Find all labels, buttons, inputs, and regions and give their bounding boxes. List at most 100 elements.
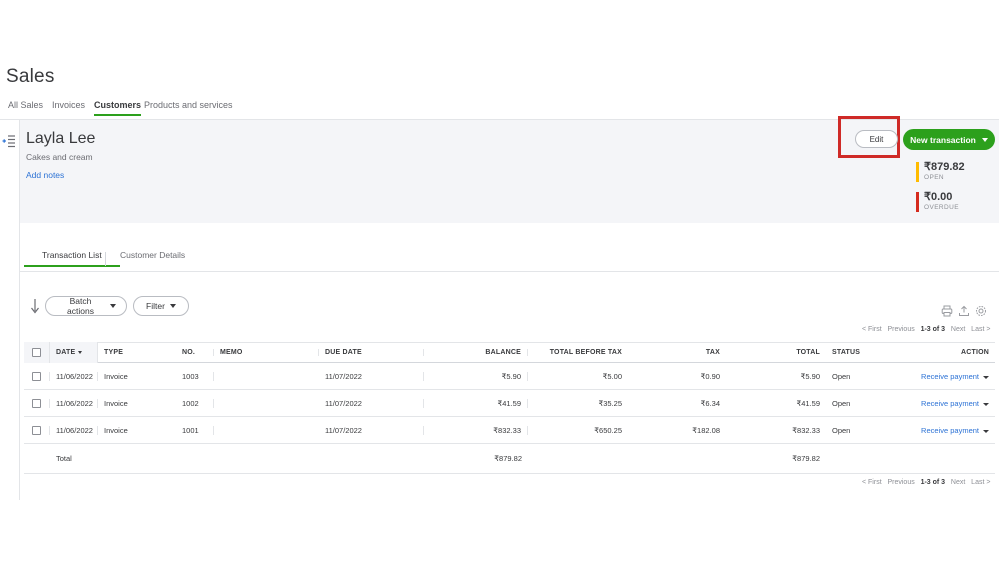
cell-action: Receive payment — [912, 399, 995, 408]
cell-action: Receive payment — [912, 426, 995, 435]
customer-subtitle: Cakes and cream — [26, 152, 93, 162]
cell-total: ₹5.90 — [800, 371, 820, 381]
table-body: 11/06/2022 Invoice 1003 11/07/2022 ₹5.90… — [24, 363, 995, 444]
receive-payment-link[interactable]: Receive payment — [921, 372, 979, 381]
pagination-first[interactable]: < First — [862, 479, 882, 486]
edit-button[interactable]: Edit — [855, 130, 898, 148]
column-header-tax[interactable]: TAX — [628, 349, 726, 356]
filter-label: Filter — [146, 301, 165, 311]
new-transaction-button[interactable]: New transaction — [903, 129, 995, 150]
new-transaction-label: New transaction — [910, 134, 976, 145]
cell-no: 1002 — [176, 398, 214, 408]
cell-type: Invoice — [104, 425, 128, 435]
total-label: Total — [56, 454, 72, 463]
column-label-date: DATE — [56, 349, 76, 356]
pagination-bottom: < First Previous 1-3 of 3 Next Last > — [862, 479, 990, 491]
cursor-arrow-icon — [28, 298, 42, 316]
column-header-memo[interactable]: MEMO — [214, 349, 319, 356]
chevron-down-icon — [169, 304, 176, 308]
select-all-checkbox[interactable] — [32, 348, 41, 357]
cell-total-before-tax: ₹5.00 — [602, 371, 622, 381]
tab-customer-details[interactable]: Customer Details — [120, 250, 185, 267]
cell-balance: ₹41.59 — [424, 398, 528, 408]
add-notes-link[interactable]: Add notes — [26, 170, 64, 180]
select-all-cell — [24, 342, 50, 363]
tab-transaction-list[interactable]: Transaction List — [24, 250, 120, 267]
receive-payment-link[interactable]: Receive payment — [921, 426, 979, 435]
cell-balance: ₹5.90 — [424, 371, 528, 381]
cell-no: 1003 — [176, 371, 214, 381]
pagination-last[interactable]: Last > — [971, 326, 990, 333]
section-tab-divider — [105, 252, 106, 266]
cell-action: Receive payment — [912, 372, 995, 381]
sales-customer-page: Sales All Sales Invoices Customers Produ… — [0, 0, 999, 562]
overdue-amount: ₹0.00 — [924, 191, 953, 203]
tab-customers[interactable]: Customers — [94, 100, 142, 116]
tab-all-sales[interactable]: All Sales — [8, 100, 43, 116]
overdue-color-bar — [916, 192, 919, 212]
cell-due-date: 11/07/2022 — [319, 371, 424, 381]
section-tabs-underline — [20, 271, 999, 272]
table-row[interactable]: 11/06/2022 Invoice 1003 11/07/2022 ₹5.90… — [24, 363, 995, 390]
column-header-total-before-tax[interactable]: TOTAL BEFORE TAX — [528, 349, 628, 356]
column-header-due-date[interactable]: DUE DATE — [319, 349, 424, 356]
tab-products-and-services[interactable]: Products and services — [144, 100, 233, 116]
open-amount: ₹879.82 — [924, 161, 965, 173]
column-header-type[interactable]: TYPE — [98, 349, 176, 356]
settings-gear-icon[interactable] — [975, 304, 987, 316]
table-row[interactable]: 11/06/2022 Invoice 1002 11/07/2022 ₹41.5… — [24, 390, 995, 417]
chevron-down-icon — [110, 304, 116, 308]
column-header-total[interactable]: TOTAL — [726, 349, 826, 356]
batch-actions-button[interactable]: Batch actions — [45, 296, 127, 316]
pagination-previous[interactable]: Previous — [887, 479, 914, 486]
column-header-date[interactable]: DATE — [50, 342, 98, 363]
cell-total: ₹832.33 — [792, 425, 820, 435]
cell-total-before-tax: ₹35.25 — [598, 398, 622, 408]
pagination-last[interactable]: Last > — [971, 479, 990, 486]
receive-payment-link[interactable]: Receive payment — [921, 399, 979, 408]
row-checkbox[interactable] — [32, 398, 41, 408]
row-checkbox[interactable] — [32, 425, 41, 435]
total-total: ₹879.82 — [792, 454, 820, 463]
page-title: Sales — [6, 66, 55, 87]
pagination-next[interactable]: Next — [951, 326, 965, 333]
cell-date: 11/06/2022 — [50, 398, 98, 408]
cell-date: 11/06/2022 — [50, 371, 98, 381]
cell-tax: ₹182.08 — [692, 425, 720, 435]
overdue-label: OVERDUE — [924, 204, 959, 211]
chevron-down-icon[interactable] — [983, 402, 989, 406]
chevron-down-icon — [981, 137, 988, 142]
column-header-no[interactable]: NO. — [176, 349, 214, 356]
pagination-range: 1-3 of 3 — [920, 479, 946, 486]
cell-tax: ₹6.34 — [700, 398, 720, 408]
print-icon[interactable] — [941, 304, 953, 317]
cell-date: 11/06/2022 — [50, 425, 98, 435]
row-checkbox[interactable] — [32, 371, 41, 381]
tab-invoices[interactable]: Invoices — [52, 100, 85, 116]
sort-descending-icon — [78, 351, 83, 354]
cell-total-before-tax: ₹650.25 — [594, 425, 622, 435]
chevron-down-icon[interactable] — [983, 429, 989, 433]
pagination-next[interactable]: Next — [951, 479, 965, 486]
row-select-cell — [24, 398, 50, 408]
row-select-cell — [24, 425, 50, 435]
pagination-previous[interactable]: Previous — [887, 326, 914, 333]
cell-status: Open — [832, 398, 851, 408]
cell-due-date: 11/07/2022 — [319, 425, 424, 435]
transactions-table: DATE TYPE NO. MEMO DUE DATE BALANCE TOTA… — [24, 342, 995, 474]
column-header-status[interactable]: STATUS — [826, 349, 912, 356]
filter-button[interactable]: Filter — [133, 296, 189, 316]
column-header-balance[interactable]: BALANCE — [424, 349, 528, 356]
table-row[interactable]: 11/06/2022 Invoice 1001 11/07/2022 ₹832.… — [24, 417, 995, 444]
cell-balance: ₹832.33 — [424, 425, 528, 435]
cell-type: Invoice — [104, 398, 128, 408]
section-tabs: Transaction List Customer Details — [20, 250, 999, 272]
total-balance: ₹879.82 — [494, 454, 522, 463]
pagination-first[interactable]: < First — [862, 326, 882, 333]
chevron-down-icon[interactable] — [983, 375, 989, 379]
pagination-top: < First Previous 1-3 of 3 Next Last > — [862, 326, 990, 338]
sidebar-toggle-icon[interactable] — [2, 134, 16, 148]
export-icon[interactable] — [958, 304, 970, 316]
cell-no: 1001 — [176, 425, 214, 435]
open-label: OPEN — [924, 174, 945, 181]
